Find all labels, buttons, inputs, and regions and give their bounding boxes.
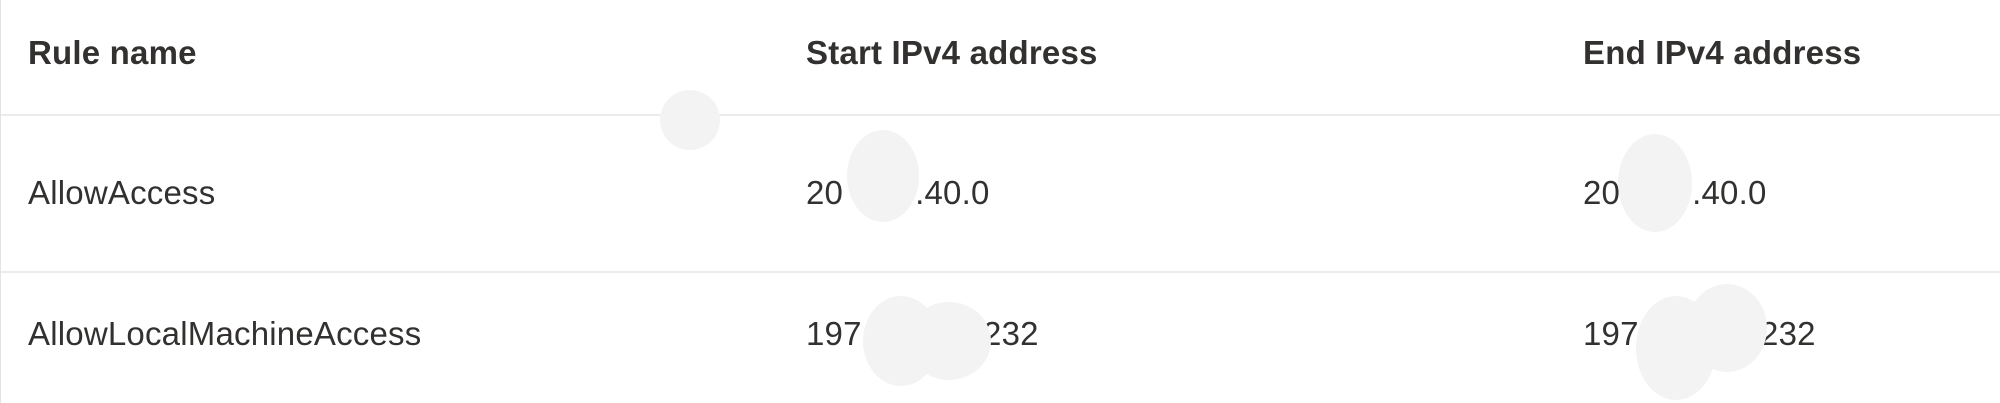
redaction-mark <box>1687 284 1767 372</box>
redaction-mark <box>907 302 991 380</box>
redaction-mark <box>660 90 720 150</box>
column-header-start-ipv4[interactable]: Start IPv4 address <box>806 0 1098 114</box>
redaction-mark <box>1618 134 1692 232</box>
column-header-end-ipv4[interactable]: End IPv4 address <box>1583 0 1861 114</box>
end-ipv4-suffix: .40.0 <box>1692 174 1767 211</box>
end-ipv4-prefix: 20 <box>1583 174 1621 211</box>
start-ipv4-prefix: 197 <box>806 315 862 352</box>
start-ipv4-suffix: .40.0 <box>915 174 990 211</box>
rule-name-cell[interactable]: AllowAccess <box>28 116 215 271</box>
firewall-rules-panel: Rule name Start IPv4 address End IPv4 ad… <box>0 0 2000 403</box>
rule-name-cell[interactable]: AllowLocalMachineAccess <box>28 273 421 403</box>
table-header-row: Rule name Start IPv4 address End IPv4 ad… <box>1 0 2000 116</box>
column-header-rule-name[interactable]: Rule name <box>28 0 197 114</box>
start-ipv4-prefix: 20 <box>806 174 844 211</box>
redaction-mark <box>847 130 919 222</box>
table-row[interactable]: AllowAccess 20 .40.0 20 .40.0 <box>1 116 2000 273</box>
end-ipv4-prefix: 197 <box>1583 315 1639 352</box>
